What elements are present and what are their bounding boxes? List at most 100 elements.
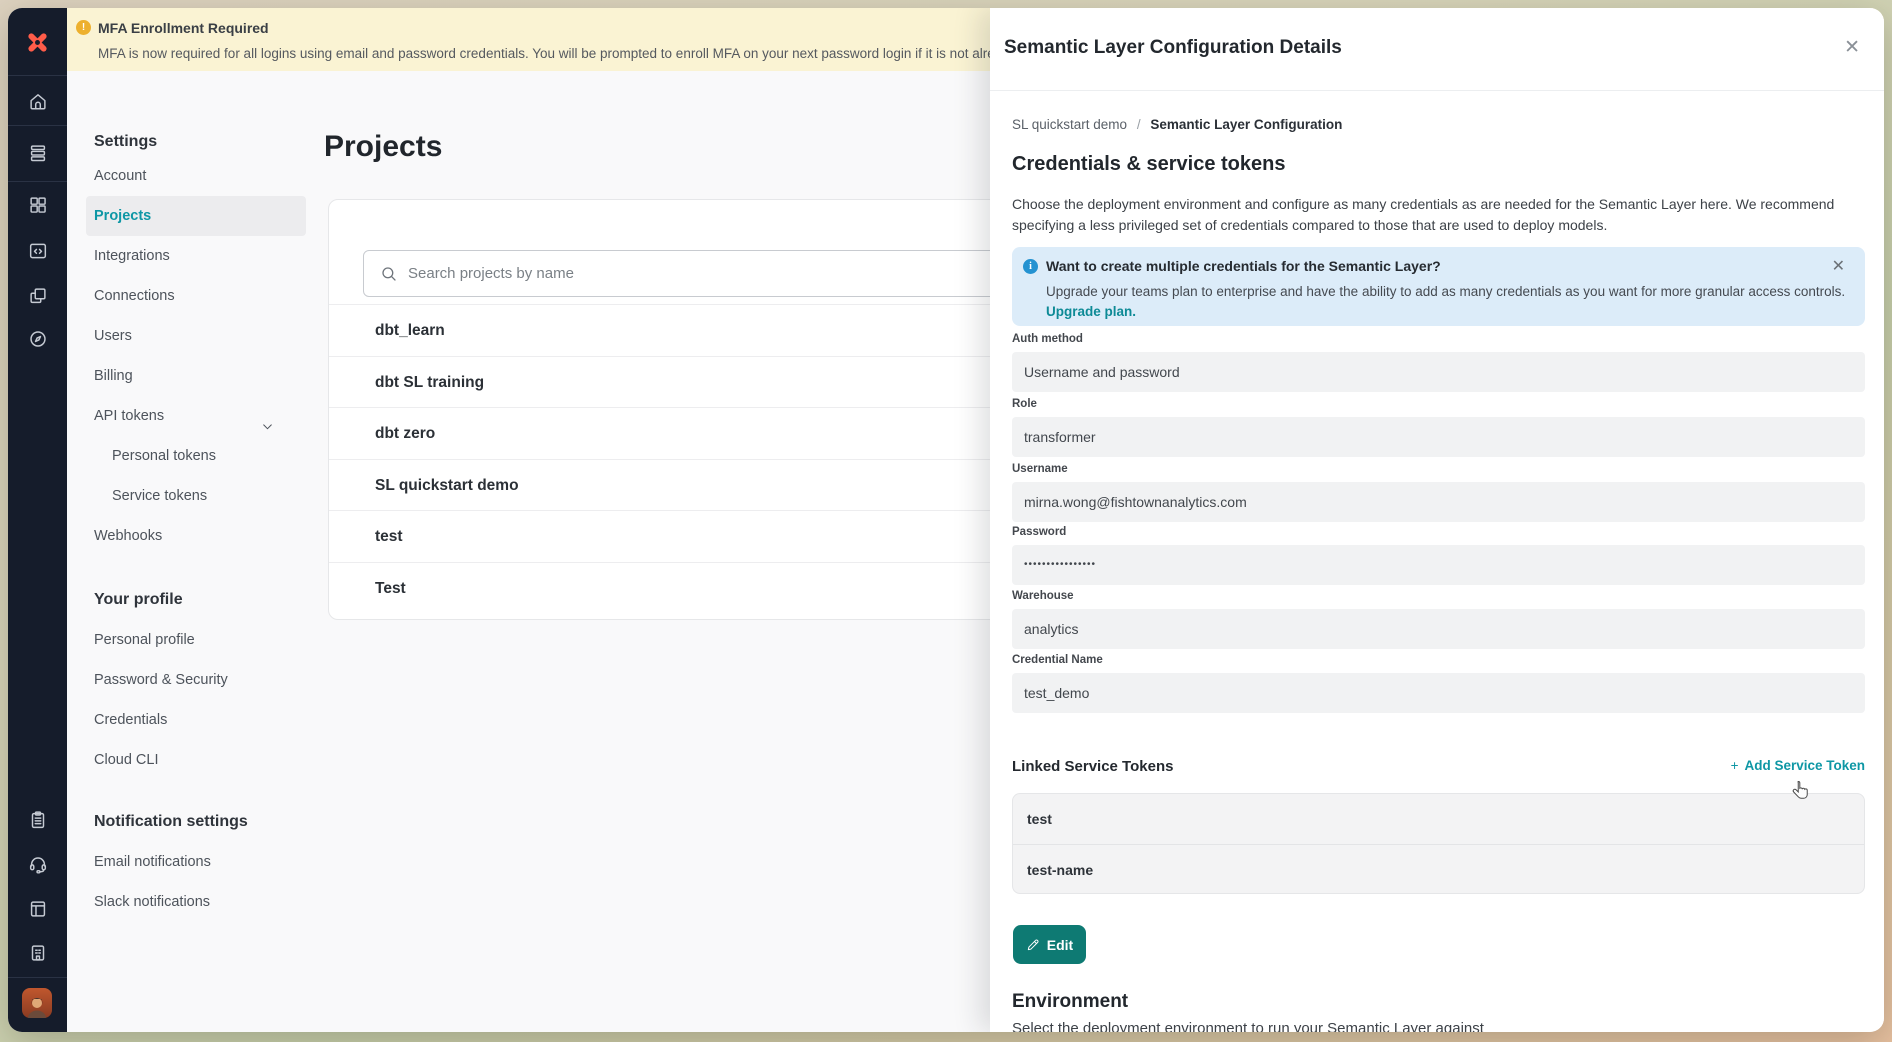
support-headset-glyph: [27, 853, 49, 875]
orchestration-glyph: [27, 285, 49, 307]
nav-item-email-notifications[interactable]: Email notifications: [86, 842, 306, 882]
projects-card: Search projects by name dbt_learn dbt SL…: [328, 199, 1028, 620]
field-value: mirna.wong@fishtownanalytics.com: [1012, 482, 1865, 522]
deploy-icon[interactable]: [8, 133, 67, 173]
upgrade-plan-link[interactable]: Upgrade plan.: [1046, 304, 1136, 319]
info-icon: i: [1023, 259, 1038, 274]
search-input[interactable]: Search projects by name: [363, 250, 1023, 297]
field-credential-name: Credential Name test_demo: [1012, 654, 1865, 713]
docs-glyph: [27, 898, 49, 920]
info-close-icon[interactable]: ✕: [1832, 256, 1845, 276]
add-service-token-button[interactable]: + Add Service Token: [1731, 758, 1865, 773]
rail-divider: [8, 125, 67, 126]
clipboard-glyph: [27, 809, 49, 831]
rail-divider: [8, 977, 67, 978]
breadcrumb-current: Semantic Layer Configuration: [1150, 117, 1342, 132]
clipboard-icon[interactable]: [8, 800, 67, 840]
info-banner-body: Upgrade your teams plan to enterprise an…: [1046, 284, 1845, 299]
field-label: Password: [1012, 526, 1865, 540]
notification-settings-heading: Notification settings: [86, 802, 306, 842]
directory-icon[interactable]: [8, 933, 67, 973]
field-label: Auth method: [1012, 333, 1865, 347]
breadcrumb-parent[interactable]: SL quickstart demo: [1012, 117, 1127, 132]
nav-item-personal-profile[interactable]: Personal profile: [86, 620, 306, 660]
explore-icon[interactable]: [8, 319, 67, 359]
field-value: analytics: [1012, 609, 1865, 649]
semantic-layer-panel: Semantic Layer Configuration Details ✕ S…: [990, 8, 1884, 1032]
field-value: transformer: [1012, 417, 1865, 457]
develop-glyph: [27, 240, 49, 262]
field-value: test_demo: [1012, 673, 1865, 713]
project-row[interactable]: SL quickstart demo: [329, 459, 1027, 511]
field-label: Username: [1012, 463, 1865, 477]
field-label: Role: [1012, 398, 1865, 412]
settings-heading: Settings: [86, 128, 306, 156]
field-value: Username and password: [1012, 352, 1865, 392]
orchestration-icon[interactable]: [8, 276, 67, 316]
docs-icon[interactable]: [8, 889, 67, 929]
nav-item-service-tokens[interactable]: Service tokens: [86, 476, 306, 516]
field-value: ••••••••••••••••: [1012, 545, 1865, 585]
nav-item-cloud-cli[interactable]: Cloud CLI: [86, 740, 306, 780]
icon-rail: [8, 8, 67, 1032]
edit-button-label: Edit: [1047, 937, 1073, 953]
home-icon[interactable]: [8, 82, 67, 122]
project-row[interactable]: dbt zero: [329, 407, 1027, 459]
desktop: { "colors": { "brand_orange": "#ff5c49",…: [0, 0, 1892, 1042]
field-password: Password ••••••••••••••••: [1012, 526, 1865, 585]
project-row[interactable]: Test: [329, 562, 1027, 614]
service-token-row[interactable]: test: [1013, 794, 1864, 844]
nav-item-slack-notifications[interactable]: Slack notifications: [86, 882, 306, 922]
field-role: Role transformer: [1012, 398, 1865, 457]
projects-list: dbt_learn dbt SL training dbt zero SL qu…: [329, 304, 1027, 613]
plus-icon: +: [1731, 758, 1739, 773]
search-placeholder: Search projects by name: [408, 265, 574, 282]
nav-item-credentials[interactable]: Credentials: [86, 700, 306, 740]
environment-description: Select the deployment environment to run…: [1012, 1020, 1865, 1032]
field-label: Credential Name: [1012, 654, 1865, 668]
field-warehouse: Warehouse analytics: [1012, 590, 1865, 649]
upgrade-info-banner: i Want to create multiple credentials fo…: [1012, 247, 1865, 326]
project-row[interactable]: dbt_learn: [329, 304, 1027, 356]
app-window: ! MFA Enrollment Required MFA is now req…: [8, 8, 1884, 1032]
nav-item-billing[interactable]: Billing: [86, 356, 306, 396]
breadcrumb: SL quickstart demo / Semantic Layer Conf…: [1012, 117, 1342, 132]
directory-glyph: [27, 942, 49, 964]
rail-divider: [8, 75, 67, 76]
develop-icon[interactable]: [8, 231, 67, 271]
nav-item-projects[interactable]: Projects: [86, 196, 306, 236]
hand-cursor: [1790, 780, 1812, 802]
edit-button[interactable]: Edit: [1013, 925, 1086, 964]
mfa-banner-body: MFA is now required for all logins using…: [98, 46, 1016, 61]
section-description: Choose the deployment environment and co…: [1012, 194, 1865, 235]
nav-item-account[interactable]: Account: [86, 156, 306, 196]
user-avatar[interactable]: [22, 988, 52, 1018]
settings-nav: Settings Account Projects Integrations C…: [86, 128, 306, 922]
nav-item-users[interactable]: Users: [86, 316, 306, 356]
breadcrumb-separator: /: [1137, 117, 1141, 132]
pencil-icon: [1026, 938, 1040, 952]
section-heading: Credentials & service tokens: [1012, 153, 1285, 176]
close-icon[interactable]: ✕: [1844, 36, 1860, 59]
dbt-logo-icon: [24, 29, 51, 56]
dashboard-glyph: [27, 194, 49, 216]
nav-item-api-tokens[interactable]: API tokens: [86, 396, 306, 436]
your-profile-heading: Your profile: [86, 580, 306, 620]
deploy-glyph: [27, 142, 49, 164]
nav-item-personal-tokens[interactable]: Personal tokens: [86, 436, 306, 476]
dashboard-icon[interactable]: [8, 185, 67, 225]
project-row[interactable]: dbt SL training: [329, 356, 1027, 408]
nav-item-webhooks[interactable]: Webhooks: [86, 516, 306, 556]
nav-item-integrations[interactable]: Integrations: [86, 236, 306, 276]
dbt-logo[interactable]: [8, 18, 67, 66]
mfa-banner-title: MFA Enrollment Required: [98, 20, 269, 36]
nav-item-connections[interactable]: Connections: [86, 276, 306, 316]
nav-item-password-security[interactable]: Password & Security: [86, 660, 306, 700]
add-service-token-label: Add Service Token: [1744, 758, 1865, 773]
project-row[interactable]: test: [329, 510, 1027, 562]
linked-service-tokens-heading: Linked Service Tokens: [1012, 758, 1173, 775]
home-glyph: [27, 91, 49, 113]
service-token-row[interactable]: test-name: [1013, 844, 1864, 894]
panel-header-divider: [990, 90, 1884, 91]
support-headset-icon[interactable]: [8, 844, 67, 884]
